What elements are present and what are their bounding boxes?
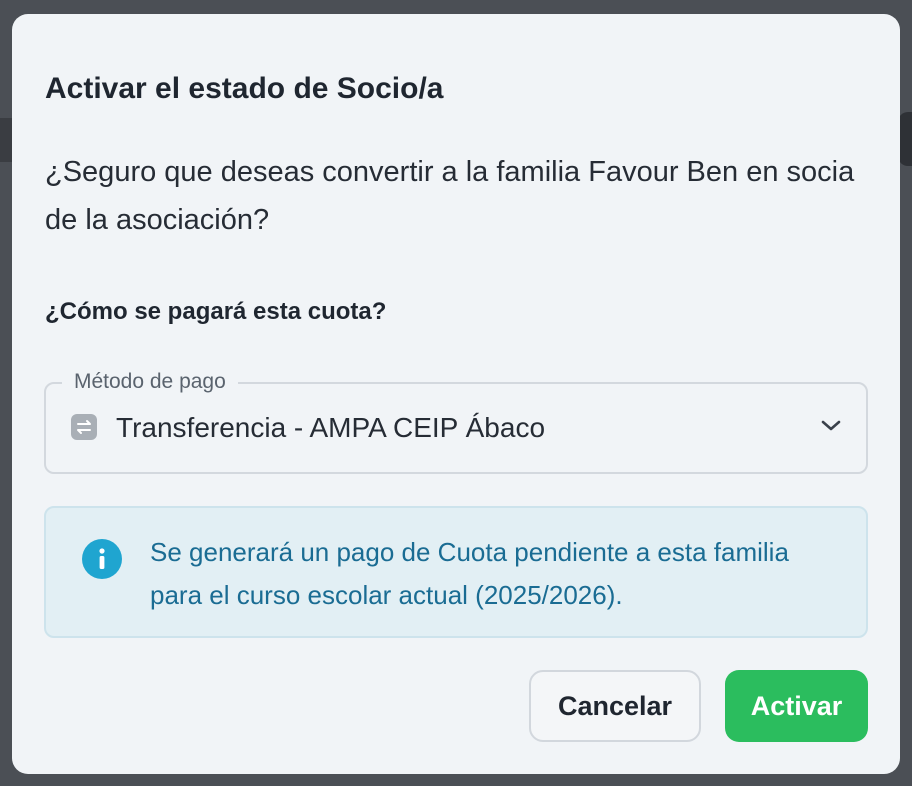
dialog-description: ¿Seguro que deseas convertir a la famili…: [45, 156, 855, 236]
payment-method-label: Método de pago: [62, 367, 238, 397]
cancel-button[interactable]: Cancelar: [529, 670, 701, 742]
info-alert: Se generará un pago de Cuota pendiente a…: [44, 506, 868, 638]
transfer-icon: [71, 414, 97, 440]
payment-method-value: Transferencia - AMPA CEIP Ábaco: [116, 412, 546, 443]
activate-member-dialog: Activar el estado de Socio/a ¿Seguro que…: [12, 14, 900, 774]
payment-question: ¿Cómo se pagará esta cuota?: [45, 298, 387, 325]
payment-method-select[interactable]: Método de pago Transferencia - AMPA CEIP…: [44, 367, 868, 474]
chevron-down-icon[interactable]: [820, 418, 842, 434]
info-icon: [82, 539, 122, 579]
activate-button[interactable]: Activar: [725, 670, 868, 742]
backdrop: [898, 112, 912, 166]
info-message: Se generará un pago de Cuota pendiente a…: [150, 537, 789, 610]
dialog-title: Activar el estado de Socio/a: [45, 72, 444, 105]
